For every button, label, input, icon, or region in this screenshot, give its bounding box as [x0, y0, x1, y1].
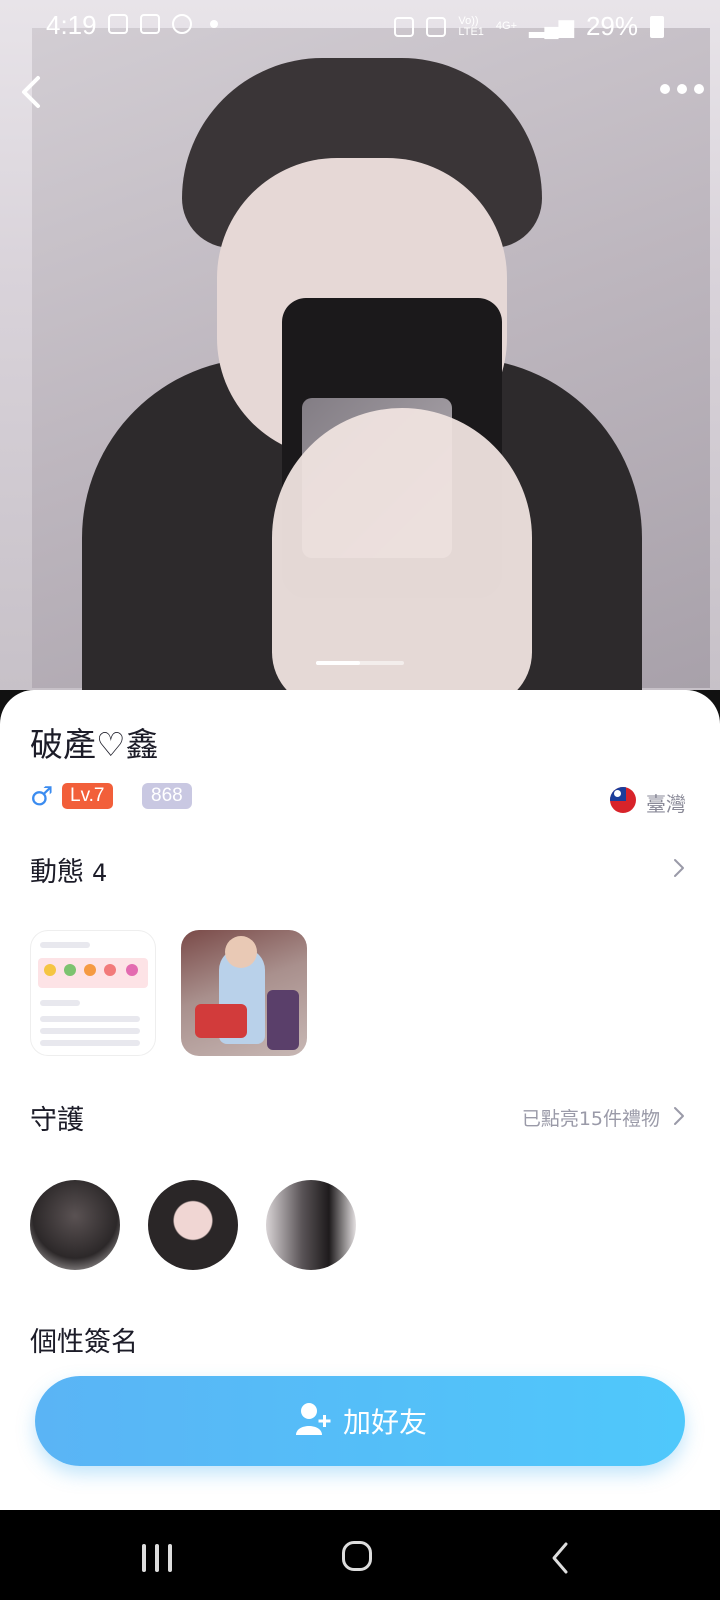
- notification-icons: [108, 14, 218, 34]
- add-friend-label: 加好友: [342, 1406, 427, 1439]
- recents-icon[interactable]: [142, 1544, 172, 1572]
- weather-icon: [172, 14, 192, 34]
- profile-cover-photo[interactable]: [0, 0, 720, 690]
- data-type-indicator: 4G+: [495, 20, 518, 32]
- more-icon[interactable]: [660, 84, 704, 94]
- mute-icon: [426, 16, 447, 37]
- posts-title: 動態: [30, 857, 84, 888]
- app-notification-icon: [140, 14, 160, 34]
- chevron-right-icon[interactable]: [668, 1105, 690, 1127]
- guard-avatar[interactable]: [30, 1180, 120, 1270]
- signal-icon: ▂▄▆: [529, 16, 574, 38]
- photo-pager-active: [316, 661, 360, 665]
- profile-name: 破產♡鑫: [30, 725, 159, 764]
- guard-summary[interactable]: 已點亮15件禮物: [522, 1104, 660, 1131]
- status-right: Vo)) LTE1 4G+ ▂▄▆ 29%: [394, 11, 664, 42]
- id-badge: 868: [142, 783, 192, 809]
- guard-title: 守護: [30, 1105, 84, 1136]
- guard-avatar[interactable]: [266, 1180, 356, 1270]
- volte-indicator: Vo)) LTE1: [458, 14, 484, 38]
- posts-count: 4: [92, 859, 108, 887]
- level-badge: Lv.7: [62, 783, 113, 809]
- battery-icon: [650, 15, 664, 38]
- add-user-icon: [293, 1399, 333, 1443]
- posts-section-header[interactable]: 動態 4: [30, 850, 107, 889]
- post-thumbnail[interactable]: [181, 930, 307, 1056]
- status-bar: 4:19 Vo)) LTE1 4G+ ▂▄▆ 29%: [0, 0, 720, 52]
- system-nav-bar: [0, 1510, 720, 1600]
- signature-title: 個性簽名: [30, 1327, 138, 1358]
- male-icon: ♂: [30, 782, 54, 812]
- cover-image: [32, 28, 710, 690]
- status-time: 4:19: [46, 10, 97, 40]
- chevron-right-icon[interactable]: [668, 857, 690, 879]
- region-label: 臺灣: [646, 792, 686, 816]
- guard-avatar[interactable]: [148, 1180, 238, 1270]
- nav-back-icon[interactable]: [548, 1540, 572, 1576]
- flag-icon: [610, 787, 636, 813]
- back-icon[interactable]: [12, 72, 52, 112]
- post-thumbnail[interactable]: [30, 930, 156, 1056]
- data-saver-icon: [394, 16, 415, 37]
- add-friend-button[interactable]: 加好友: [35, 1376, 685, 1466]
- gallery-icon: [108, 14, 128, 34]
- more-notifications-icon: [210, 20, 218, 28]
- battery-percent: 29%: [585, 11, 638, 41]
- home-icon[interactable]: [342, 1541, 372, 1571]
